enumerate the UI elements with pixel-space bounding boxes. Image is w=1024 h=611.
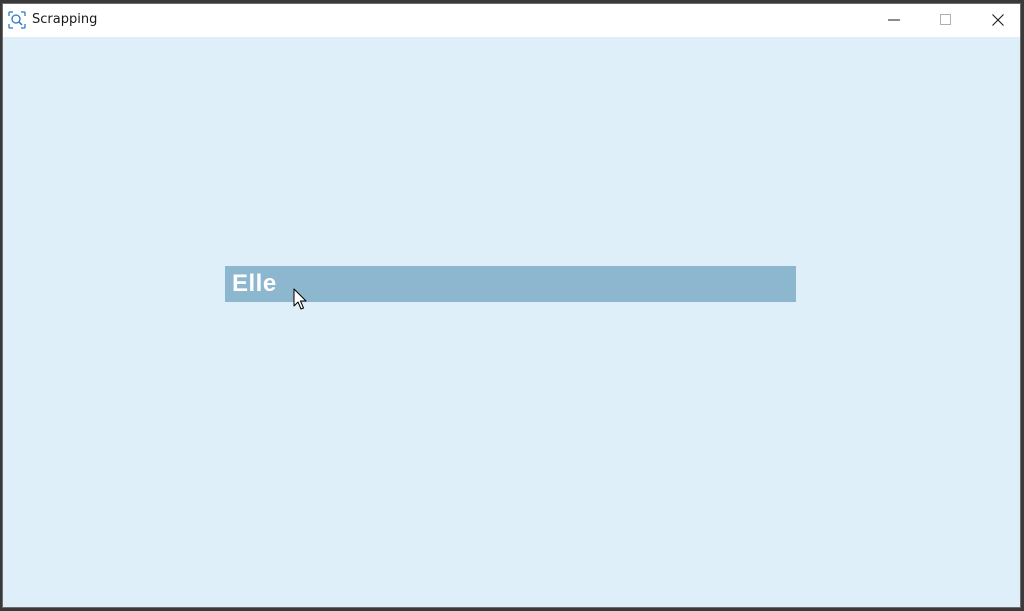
close-icon [992, 11, 1004, 30]
minimize-icon [888, 11, 900, 30]
maximize-icon [940, 11, 952, 30]
banner-text: Elle [232, 270, 277, 297]
minimize-button[interactable] [869, 4, 919, 37]
name-banner: Elle [225, 266, 796, 302]
title-bar[interactable]: Scrapping [3, 4, 1020, 37]
maximize-button[interactable] [921, 4, 971, 37]
close-button[interactable] [973, 4, 1020, 37]
window-title: Scrapping [32, 12, 98, 27]
content-area: Elle [3, 37, 1020, 607]
app-window: Scrapping Elle [2, 3, 1021, 608]
scan-search-icon [8, 11, 26, 29]
mouse-pointer-icon [293, 288, 309, 312]
